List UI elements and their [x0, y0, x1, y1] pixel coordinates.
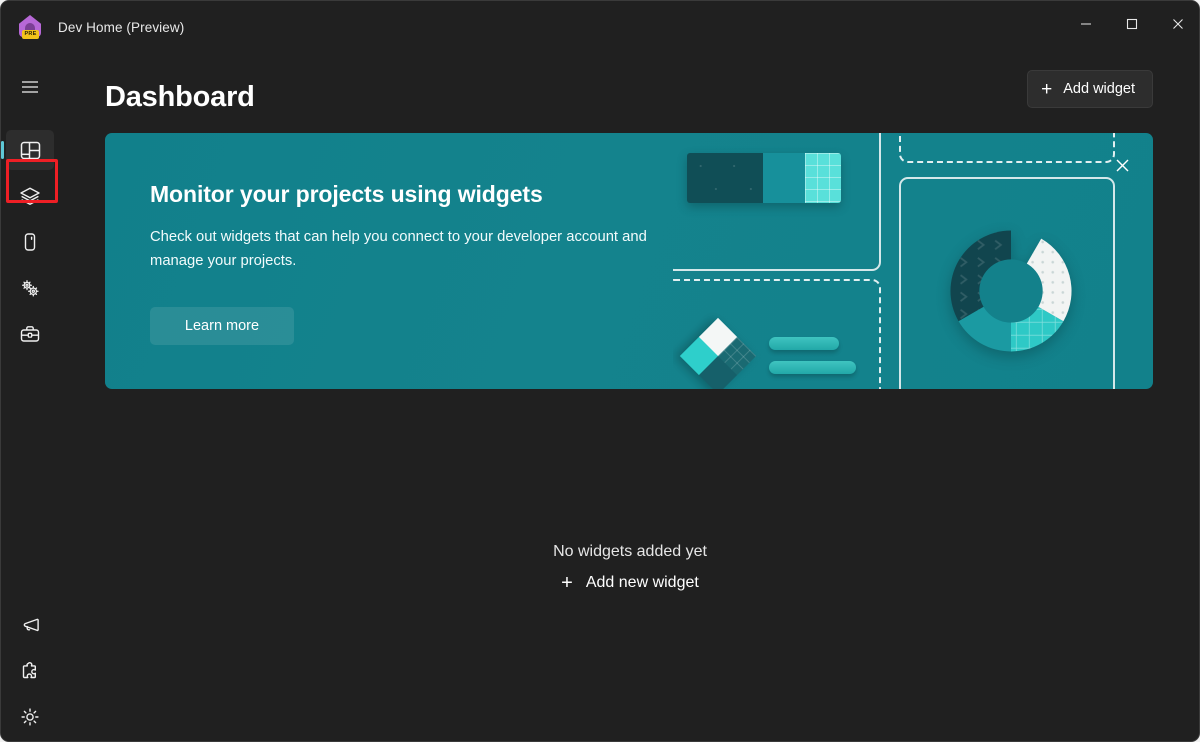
sidebar-item-toolbox[interactable] [6, 314, 54, 354]
bar-segment-dark [687, 153, 763, 203]
add-widget-button[interactable]: + Add widget [1027, 70, 1153, 108]
sidebar-item-extensions[interactable] [6, 651, 54, 691]
hamburger-menu-button[interactable] [6, 67, 54, 107]
empty-state: No widgets added yet + Add new widget [59, 543, 1199, 597]
widgets-promo-banner: Monitor your projects using widgets Chec… [105, 133, 1153, 389]
gear-icon [21, 708, 39, 726]
puzzle-piece-icon [22, 662, 36, 679]
illustration-card-dashed-top-right [899, 133, 1115, 163]
minimize-button[interactable] [1063, 1, 1109, 47]
title-bar: PRE Dev Home (Preview) [1, 1, 1199, 53]
illustration-bar-chart [687, 153, 841, 203]
window-controls [1063, 1, 1199, 47]
learn-more-button[interactable]: Learn more [150, 307, 294, 345]
hamburger-menu-icon [22, 81, 38, 93]
selection-indicator [1, 141, 4, 159]
banner-heading: Monitor your projects using widgets [150, 181, 543, 207]
gears-icon [21, 280, 39, 297]
sidebar-item-environments[interactable] [6, 222, 54, 262]
maximize-button[interactable] [1109, 1, 1155, 47]
illustration-card-solid-right [899, 177, 1115, 389]
illustration-card-dashed-bottom [673, 279, 881, 389]
sidebar-navigation [1, 53, 59, 741]
dev-home-house-icon: PRE [18, 15, 42, 39]
sidebar-item-settings[interactable] [6, 697, 54, 737]
add-new-widget-label: Add new widget [585, 574, 699, 591]
close-icon [1173, 19, 1183, 29]
empty-state-title: No widgets added yet [553, 543, 707, 560]
illustration-diamond [679, 317, 757, 389]
preview-badge: PRE [22, 30, 39, 39]
sidebar-item-utilities[interactable] [6, 268, 54, 308]
sidebar-item-feedback[interactable] [6, 605, 54, 645]
close-icon [1116, 159, 1128, 171]
device-icon [24, 233, 36, 251]
bar-segment-bright [805, 153, 841, 203]
megaphone-icon [23, 618, 39, 632]
sidebar-bottom-group [1, 605, 59, 737]
toolbox-icon [20, 326, 40, 342]
sidebar-item-dashboard[interactable] [1, 130, 54, 170]
layers-stack-icon [20, 187, 40, 205]
app-title: Dev Home (Preview) [58, 19, 185, 35]
banner-body: Check out widgets that can help you conn… [150, 229, 647, 269]
add-widget-label: Add widget [1063, 81, 1135, 97]
dashboard-layout-icon [20, 141, 40, 159]
plus-icon: + [1041, 78, 1053, 100]
add-new-widget-button[interactable]: + Add new widget [551, 569, 709, 597]
banner-close-button[interactable] [1107, 150, 1137, 180]
banner-text-block: Monitor your projects using widgets Chec… [150, 181, 710, 273]
illustration-donut-chart [950, 230, 1072, 352]
main-content: Dashboard + Add widget Monitor your proj… [59, 53, 1199, 741]
illustration-pill-bar-1 [769, 337, 839, 350]
minimize-icon [1081, 23, 1091, 25]
close-button[interactable] [1155, 1, 1199, 47]
maximize-icon [1126, 18, 1138, 30]
sidebar-item-machine-configuration[interactable] [6, 176, 54, 216]
app-window: PRE Dev Home (Preview) Dashboard + Add w… [0, 0, 1200, 742]
plus-icon: + [561, 572, 573, 594]
banner-illustration [673, 133, 1153, 389]
illustration-pill-bar-2 [769, 361, 856, 374]
learn-more-label: Learn more [184, 318, 260, 334]
bar-segment-medium [763, 153, 805, 203]
illustration-card-solid-top [673, 133, 881, 271]
